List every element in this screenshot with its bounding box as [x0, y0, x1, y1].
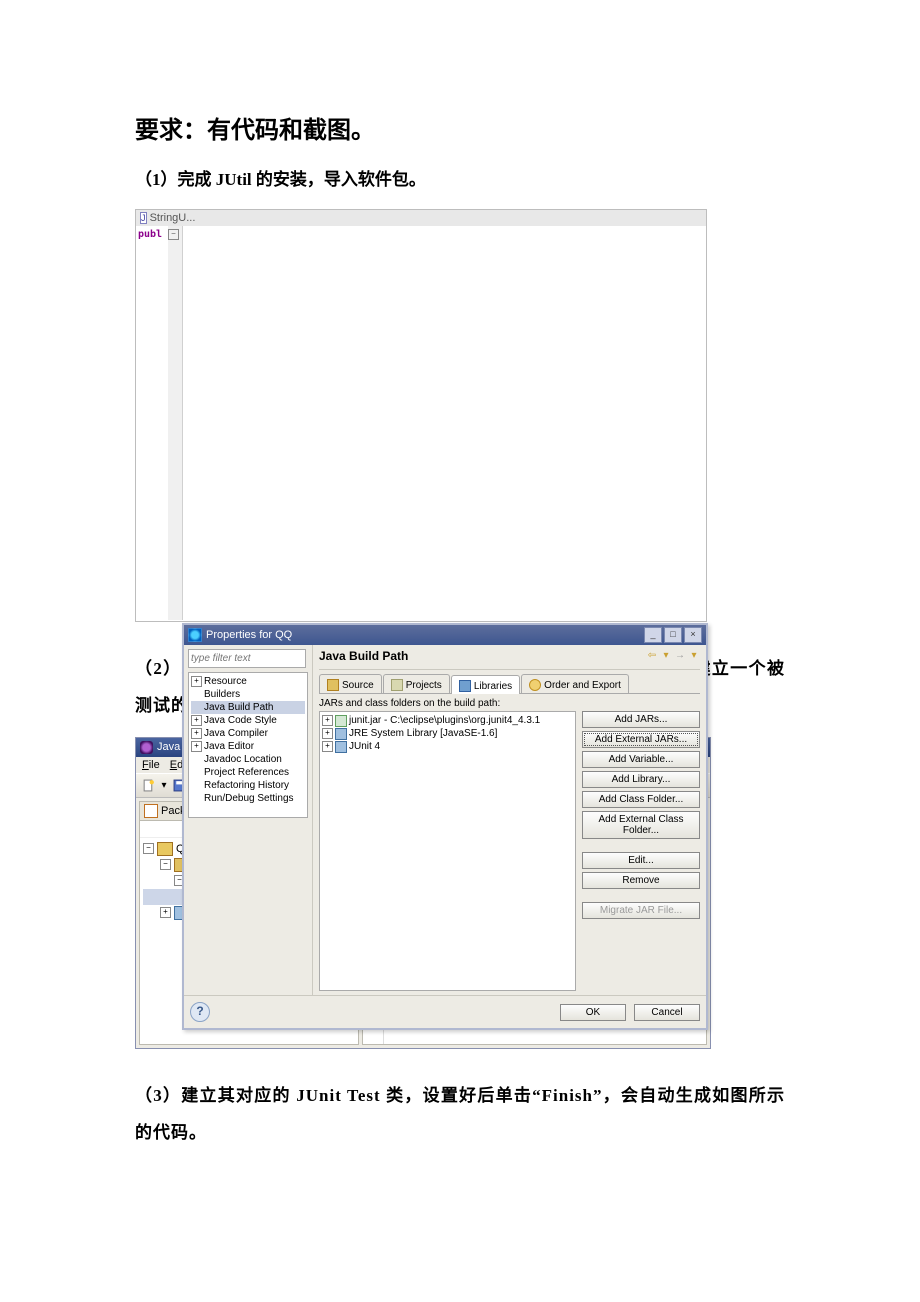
tree-item-resource[interactable]: Resource: [204, 675, 247, 688]
dialog-titlebar[interactable]: Properties for QQ _ □ ×: [184, 625, 706, 645]
add-jars-button[interactable]: Add JARs...: [582, 711, 700, 728]
screenshot-properties-dialog: J StringU... publ − Properties for QQ: [135, 209, 707, 622]
tree-item-java-compiler[interactable]: Java Compiler: [204, 727, 268, 740]
expand-icon[interactable]: +: [191, 728, 202, 739]
minimize-button[interactable]: _: [644, 627, 662, 643]
tree-item-project-references[interactable]: Project References: [204, 766, 289, 779]
expand-icon[interactable]: +: [191, 676, 202, 687]
tree-item-refactoring-history[interactable]: Refactoring History: [204, 779, 289, 792]
background-editor-tab: StringU...: [150, 212, 196, 224]
tree-item-java-build-path[interactable]: Java Build Path: [204, 701, 274, 714]
new-icon[interactable]: [140, 777, 157, 794]
add-external-class-folder-button[interactable]: Add External Class Folder...: [582, 811, 700, 839]
nav-forward-icon[interactable]: →: [674, 650, 686, 662]
tab-libraries[interactable]: Libraries: [451, 675, 520, 694]
expand-icon[interactable]: +: [191, 715, 202, 726]
help-icon[interactable]: ?: [190, 1002, 210, 1022]
tab-order-export[interactable]: Order and Export: [521, 674, 629, 693]
remove-button[interactable]: Remove: [582, 872, 700, 889]
fold-marker-icon[interactable]: −: [168, 229, 179, 240]
tree-item-run-debug-settings[interactable]: Run/Debug Settings: [204, 792, 294, 805]
menu-file[interactable]: FFileile: [142, 759, 160, 771]
order-icon: [529, 679, 541, 691]
tree-item-builders[interactable]: Builders: [204, 688, 240, 701]
filter-input[interactable]: [188, 649, 306, 668]
add-variable-button[interactable]: Add Variable...: [582, 751, 700, 768]
nav-dropdown-icon[interactable]: ▾: [688, 650, 700, 662]
doc-title: 要求：有代码和截图。: [135, 110, 785, 145]
edit-button[interactable]: Edit...: [582, 852, 700, 869]
folder-icon: [327, 679, 339, 691]
tab-source[interactable]: Source: [319, 674, 382, 693]
jar-icon: [335, 715, 347, 727]
properties-dialog: Properties for QQ _ □ × +Resource Builde…: [182, 623, 708, 1030]
library-icon: [335, 728, 347, 740]
libraries-icon: [459, 680, 471, 692]
expand-icon[interactable]: +: [322, 728, 333, 739]
libraries-list[interactable]: + junit.jar - C:\eclipse\plugins\org.juni…: [319, 711, 576, 991]
lib-item-jre[interactable]: JRE System Library [JavaSE-1.6]: [349, 727, 497, 740]
expand-icon[interactable]: +: [322, 741, 333, 752]
lib-item-junit-jar[interactable]: junit.jar - C:\eclipse\plugins\org.junit…: [349, 714, 540, 727]
tree-item-javadoc-location[interactable]: Javadoc Location: [204, 753, 282, 766]
properties-tree[interactable]: +Resource Builders Java Build Path +Java…: [188, 672, 308, 818]
migrate-jar-button: Migrate JAR File...: [582, 902, 700, 919]
dialog-title: Properties for QQ: [206, 629, 292, 641]
dropdown-icon[interactable]: ▾: [159, 777, 169, 794]
java-file-icon: J: [140, 212, 147, 224]
step-3: （3）建立其对应的 JUnit Test 类，设置好后单击“Finish”，会自…: [135, 1077, 785, 1152]
tab-projects[interactable]: Projects: [383, 674, 450, 693]
expand-icon[interactable]: +: [322, 715, 333, 726]
libraries-label: JARs and class folders on the build path…: [319, 698, 576, 709]
collapse-icon[interactable]: −: [160, 859, 171, 870]
close-button[interactable]: ×: [684, 627, 702, 643]
buildpath-title: Java Build Path: [319, 649, 408, 663]
add-class-folder-button[interactable]: Add Class Folder...: [582, 791, 700, 808]
collapse-icon[interactable]: −: [143, 843, 154, 854]
buildpath-tabs: Source Projects Libraries Order and Expo…: [319, 674, 700, 694]
maximize-button[interactable]: □: [664, 627, 682, 643]
code-fragment-public: publ: [138, 229, 162, 240]
ok-button[interactable]: OK: [560, 1004, 626, 1021]
nav-dropdown-icon[interactable]: ▾: [660, 650, 672, 662]
project-icon: [157, 842, 173, 856]
package-icon: [144, 804, 158, 818]
properties-category-pane: +Resource Builders Java Build Path +Java…: [184, 645, 313, 995]
expand-icon[interactable]: +: [191, 741, 202, 752]
library-icon: [335, 741, 347, 753]
cancel-button[interactable]: Cancel: [634, 1004, 700, 1021]
dialog-icon: [188, 628, 202, 642]
projects-icon: [391, 679, 403, 691]
expand-icon[interactable]: +: [160, 907, 171, 918]
nav-back-icon[interactable]: ⇦: [646, 650, 658, 662]
lib-item-junit4[interactable]: JUnit 4: [349, 740, 380, 753]
tree-item-java-code-style[interactable]: Java Code Style: [204, 714, 277, 727]
add-library-button[interactable]: Add Library...: [582, 771, 700, 788]
add-external-jars-button[interactable]: Add External JARs...: [582, 731, 700, 748]
eclipse-icon: [140, 741, 153, 754]
library-buttons-column: Add JARs... Add External JARs... Add Var…: [576, 694, 700, 991]
tree-item-java-editor[interactable]: Java Editor: [204, 740, 254, 753]
step-1: （1）完成 JUtil 的安装，导入软件包。: [135, 163, 785, 197]
